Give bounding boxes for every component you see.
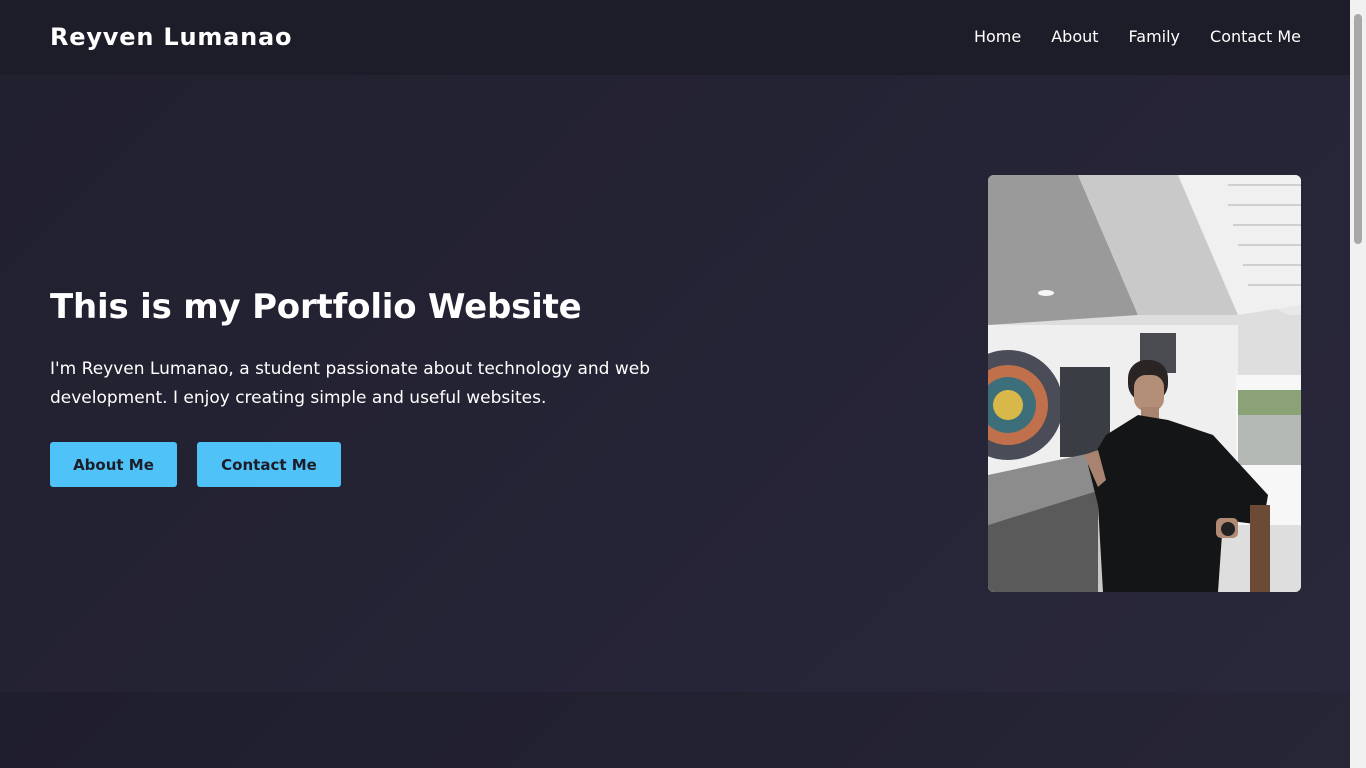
portrait-photo-image xyxy=(988,175,1301,592)
site-brand[interactable]: Reyven Lumanao xyxy=(50,22,292,52)
scrollbar-thumb[interactable] xyxy=(1354,14,1362,244)
about-me-button[interactable]: About Me xyxy=(50,442,177,487)
nav-menu: Home About Family Contact Me xyxy=(974,26,1301,48)
navbar: Reyven Lumanao Home About Family Contact… xyxy=(0,0,1350,75)
hero-section: This is my Portfolio Website I'm Reyven … xyxy=(0,75,1350,692)
hero-title: This is my Portfolio Website xyxy=(50,287,582,327)
hero-description: I'm Reyven Lumanao, a student passionate… xyxy=(50,359,651,408)
nav-link-contact[interactable]: Contact Me xyxy=(1210,26,1301,48)
contact-me-button[interactable]: Contact Me xyxy=(197,442,341,487)
next-section xyxy=(0,692,1350,768)
nav-link-about[interactable]: About xyxy=(1051,26,1098,48)
nav-link-home[interactable]: Home xyxy=(974,26,1021,48)
nav-link-family[interactable]: Family xyxy=(1129,26,1180,48)
page: Reyven Lumanao Home About Family Contact… xyxy=(0,0,1350,768)
profile-photo xyxy=(988,175,1301,592)
page-scrollbar[interactable] xyxy=(1350,0,1366,768)
